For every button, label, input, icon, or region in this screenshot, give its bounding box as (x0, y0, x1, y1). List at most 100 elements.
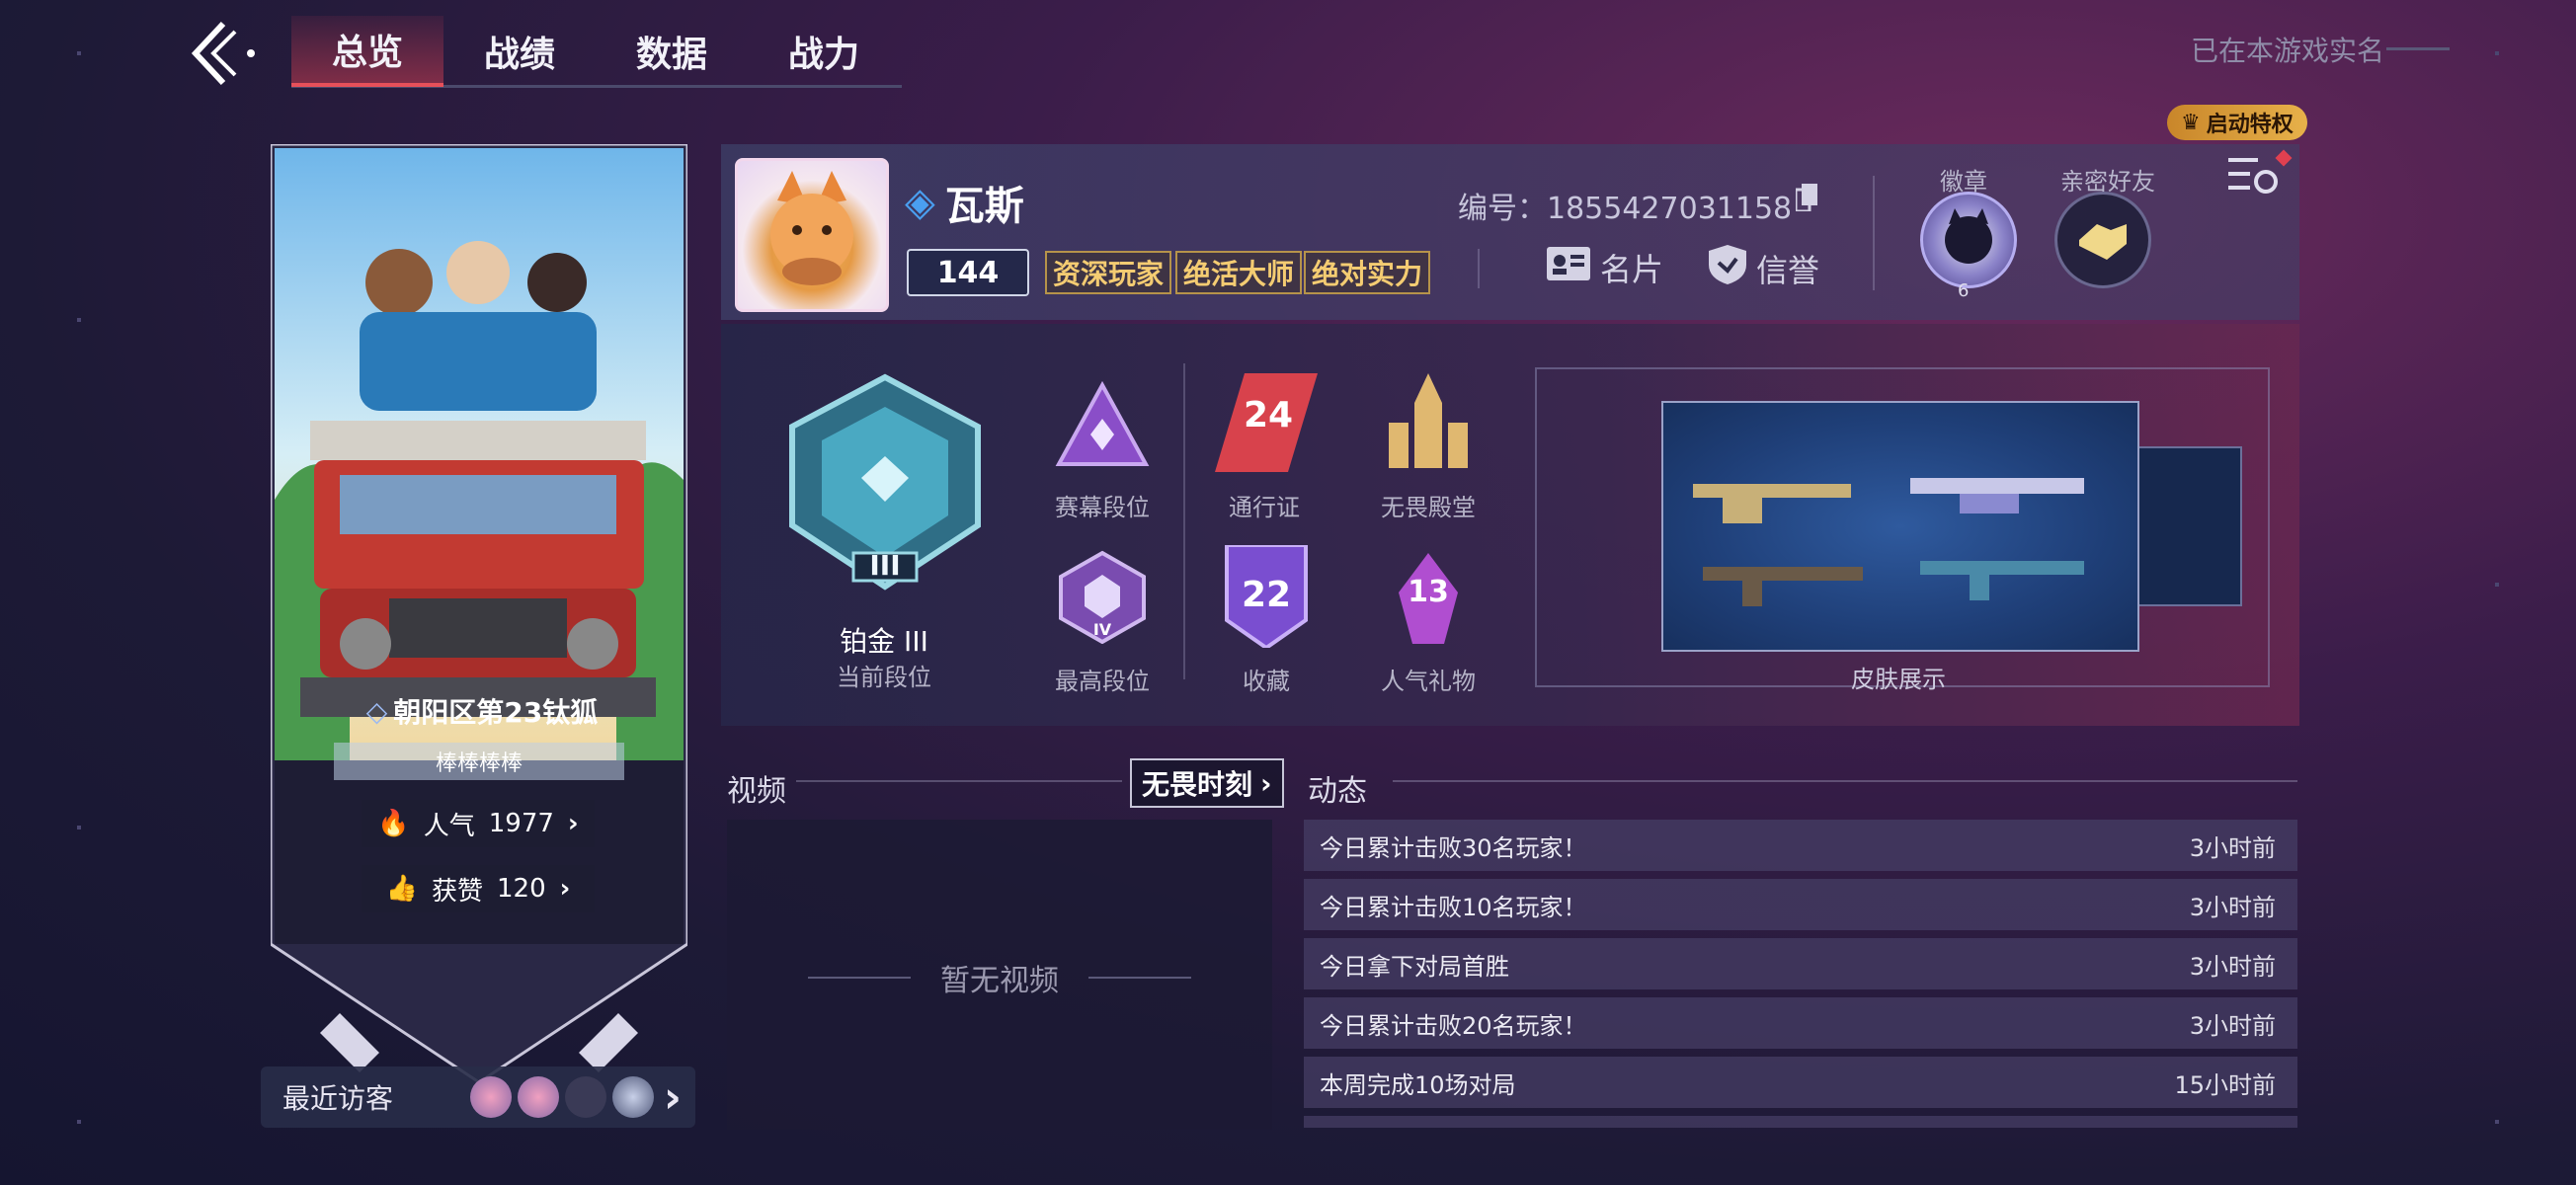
card-title: ◇ 朝阳区第23钛狐 (334, 691, 630, 731)
player-name-text: 瓦斯 (944, 184, 1024, 229)
collection-label: 收藏 (1243, 668, 1290, 695)
diamond-icon: ◇ (365, 694, 388, 728)
namecard-button[interactable]: 名片 (1547, 245, 1663, 290)
feed-item[interactable]: 本周完成10场对局 15小时前 (1304, 1057, 2297, 1108)
tab-record[interactable]: 战绩 (443, 18, 596, 85)
top-tabs: 总览 战绩 数据 战力 (291, 16, 902, 88)
skin-preview-secondary[interactable] (2135, 446, 2242, 606)
feed-item-partial (1304, 1116, 2297, 1128)
peak-rank-label: 最高段位 (1055, 668, 1150, 695)
visitor-avatar[interactable] (611, 1076, 654, 1118)
medal-badge[interactable] (1920, 192, 2017, 288)
fox-avatar-icon (770, 171, 853, 285)
feed-item-time: 15小时前 (2174, 1070, 2276, 1099)
feed-item-text: 今日累计击败20名玩家！ (1320, 1011, 1587, 1040)
popularity-button[interactable]: 🔥 人气 1977 › (362, 800, 595, 847)
feed-item-time: 3小时前 (2189, 1011, 2276, 1040)
chevron-right-icon: › (1260, 766, 1272, 800)
close-friends-button[interactable] (2054, 192, 2151, 288)
profile-card[interactable] (269, 142, 689, 1084)
thumbs-up-icon: 👍 (385, 874, 418, 904)
decor-dot (77, 318, 81, 322)
chevron-right-icon[interactable]: › (664, 1072, 682, 1123)
skin-preview-main[interactable] (1661, 401, 2139, 652)
tag-badge: 资深玩家 (1045, 251, 1172, 294)
diamond-icon: ◈ (905, 180, 935, 225)
medal-count: 6 (1958, 280, 1970, 301)
tab-power[interactable]: 战力 (748, 18, 900, 85)
credit-label: 信誉 (1756, 252, 1820, 289)
namecard-label: 名片 (1600, 251, 1664, 288)
chevron-right-icon: › (559, 874, 571, 904)
level-badge: 144 (907, 249, 1029, 296)
back-button[interactable] (186, 18, 265, 89)
feed-item-text: 本周完成10场对局 (1320, 1070, 1516, 1099)
realname-notice: 已在本游戏实名 (2190, 35, 2384, 67)
player-id: 编号：1855427031158 (1458, 192, 1793, 226)
feed-item-text: 今日拿下对局首胜 (1320, 952, 1509, 981)
feed-item-text: 今日累计击败30名玩家！ (1320, 833, 1587, 862)
gifts-value: 13 (1408, 575, 1449, 609)
video-section-title: 视频 (727, 774, 786, 809)
popularity-label: 人气 (423, 811, 475, 841)
weapon-skins-image (1693, 478, 2084, 606)
realname-divider (2386, 47, 2450, 50)
tab-overview[interactable]: 总览 (291, 16, 443, 87)
card-motto: 棒棒棒棒 (334, 743, 624, 780)
gifts-label: 人气礼物 (1381, 668, 1476, 695)
section-divider (1393, 780, 2297, 782)
skins-label: 皮肤展示 (1851, 666, 1946, 693)
act-rank-label: 赛幕段位 (1055, 494, 1150, 521)
empty-video-text: 暂无视频 (940, 964, 1059, 998)
card-artwork (269, 142, 689, 1084)
player-name: ◈ 瓦斯 (905, 174, 1024, 231)
peak-numeral: IV (1092, 620, 1112, 639)
battlepass-value: 24 (1243, 395, 1294, 435)
visitor-avatar-placeholder[interactable] (564, 1076, 606, 1118)
decor-dot (2495, 1120, 2499, 1124)
divider (1478, 249, 1480, 288)
fire-icon: 🔥 (377, 809, 410, 838)
privilege-label: 启动特权 (2206, 113, 2294, 137)
feed-item[interactable]: 今日累计击败10名玩家！ 3小时前 (1304, 879, 2297, 930)
settings-menu-icon[interactable] (2228, 154, 2280, 198)
feed-item-text: 今日累计击败10名玩家！ (1320, 893, 1587, 921)
divider (1873, 176, 1875, 290)
recent-visitors[interactable]: 最近访客 › (261, 1066, 695, 1128)
decor-dot (2495, 583, 2499, 587)
hall-label: 无畏殿堂 (1381, 494, 1476, 521)
shield-icon (1709, 245, 1746, 292)
feed-item[interactable]: 今日累计击败20名玩家！ 3小时前 (1304, 997, 2297, 1049)
likes-value: 120 (497, 874, 546, 904)
likes-label: 获赞 (432, 876, 484, 907)
battlepass-label: 通行证 (1229, 494, 1300, 521)
chevron-right-icon: › (567, 809, 579, 838)
privilege-button[interactable]: ♛ 启动特权 (2167, 105, 2307, 140)
copy-icon[interactable] (1794, 184, 1817, 213)
moments-label: 无畏时刻 (1142, 768, 1253, 801)
likes-button[interactable]: 👍 获赞 120 › (362, 865, 595, 912)
feed-item-time: 3小时前 (2189, 893, 2276, 921)
decor-dot (77, 51, 81, 55)
visitor-avatar[interactable] (469, 1076, 512, 1118)
current-rank-name: 铂金 III (840, 625, 928, 658)
tab-data[interactable]: 数据 (596, 18, 748, 85)
feed-section-title: 动态 (1308, 774, 1367, 809)
empty-video-message: 暂无视频 (727, 956, 1272, 999)
act-rank-icon[interactable] (1055, 379, 1150, 474)
hall-icon[interactable] (1379, 373, 1478, 472)
feed-item[interactable]: 今日拿下对局首胜 3小时前 (1304, 938, 2297, 989)
feed-item-time: 3小时前 (2189, 833, 2276, 862)
avatar[interactable] (735, 158, 889, 312)
moments-button[interactable]: 无畏时刻 › (1130, 758, 1284, 808)
tag-badge: 绝对实力 (1304, 251, 1431, 294)
credit-button[interactable]: 信誉 (1709, 245, 1819, 292)
feed-item-time: 3小时前 (2189, 952, 2276, 981)
feed-item[interactable]: 今日累计击败30名玩家！ 3小时前 (1304, 820, 2297, 871)
rank-numeral: III (869, 549, 901, 582)
section-divider (796, 780, 1122, 782)
popularity-value: 1977 (488, 809, 554, 838)
back-arrow-icon (191, 21, 255, 86)
visitor-avatar[interactable] (517, 1076, 559, 1118)
divider (1183, 363, 1185, 679)
